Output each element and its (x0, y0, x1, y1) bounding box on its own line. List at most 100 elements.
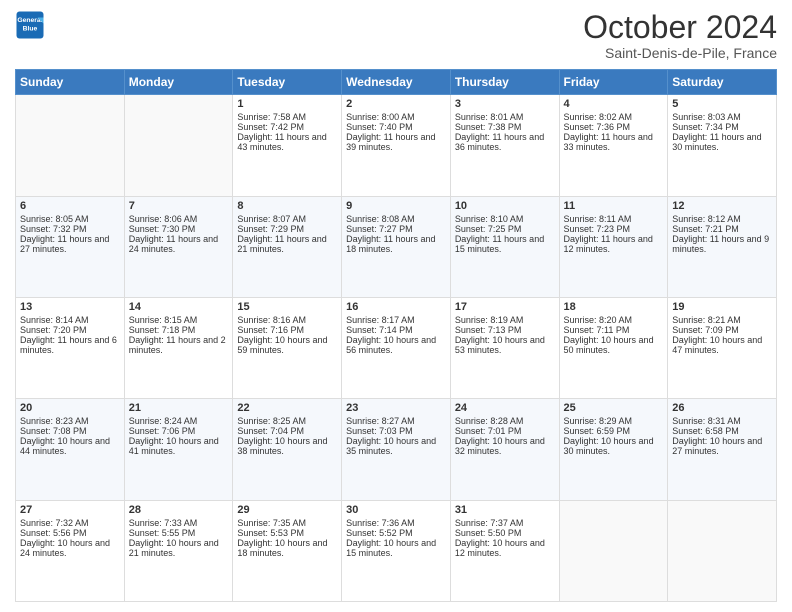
day-info: Sunset: 7:11 PM (564, 325, 664, 335)
day-info: Sunrise: 8:08 AM (346, 214, 446, 224)
day-info: Sunset: 5:50 PM (455, 528, 555, 538)
day-info: Daylight: 11 hours and 27 minutes. (20, 234, 120, 254)
day-info: Daylight: 11 hours and 6 minutes. (20, 335, 120, 355)
day-info: Daylight: 11 hours and 24 minutes. (129, 234, 229, 254)
day-info: Sunset: 7:25 PM (455, 224, 555, 234)
day-info: Sunrise: 8:20 AM (564, 315, 664, 325)
day-info: Sunset: 7:42 PM (237, 122, 337, 132)
day-info: Daylight: 11 hours and 30 minutes. (672, 132, 772, 152)
day-info: Daylight: 10 hours and 12 minutes. (455, 538, 555, 558)
day-info: Sunrise: 8:02 AM (564, 112, 664, 122)
day-number: 9 (346, 200, 446, 212)
day-info: Sunset: 7:23 PM (564, 224, 664, 234)
day-info: Sunset: 7:04 PM (237, 426, 337, 436)
calendar-cell: 9Sunrise: 8:08 AMSunset: 7:27 PMDaylight… (342, 196, 451, 297)
calendar-cell: 27Sunrise: 7:32 AMSunset: 5:56 PMDayligh… (16, 500, 125, 601)
title-block: October 2024 Saint-Denis-de-Pile, France (583, 10, 777, 61)
day-info: Sunset: 7:01 PM (455, 426, 555, 436)
calendar-cell (668, 500, 777, 601)
calendar-cell: 16Sunrise: 8:17 AMSunset: 7:14 PMDayligh… (342, 297, 451, 398)
day-info: Sunrise: 8:06 AM (129, 214, 229, 224)
day-info: Sunrise: 8:19 AM (455, 315, 555, 325)
calendar-cell: 22Sunrise: 8:25 AMSunset: 7:04 PMDayligh… (233, 399, 342, 500)
calendar-header-monday: Monday (124, 70, 233, 95)
calendar-header-tuesday: Tuesday (233, 70, 342, 95)
day-info: Sunset: 7:20 PM (20, 325, 120, 335)
logo-icon: General Blue (15, 10, 45, 40)
calendar-cell: 6 Sunrise: 8:05 AMSunset: 7:32 PMDaylight… (16, 196, 125, 297)
day-info: Sunrise: 8:00 AM (346, 112, 446, 122)
day-info: Daylight: 10 hours and 53 minutes. (455, 335, 555, 355)
day-number: 19 (672, 301, 772, 313)
day-info: Sunset: 7:29 PM (237, 224, 337, 234)
day-info: Sunset: 7:09 PM (672, 325, 772, 335)
calendar-cell: 13Sunrise: 8:14 AMSunset: 7:20 PMDayligh… (16, 297, 125, 398)
day-info: Daylight: 11 hours and 33 minutes. (564, 132, 664, 152)
day-info: Daylight: 11 hours and 9 minutes. (672, 234, 772, 254)
day-info: Daylight: 10 hours and 27 minutes. (672, 436, 772, 456)
day-number: 25 (564, 402, 664, 414)
calendar-cell: 14Sunrise: 8:15 AMSunset: 7:18 PMDayligh… (124, 297, 233, 398)
day-info: Sunrise: 7:58 AM (237, 112, 337, 122)
calendar-cell: 7Sunrise: 8:06 AMSunset: 7:30 PMDaylight… (124, 196, 233, 297)
day-number: 26 (672, 402, 772, 414)
day-number: 15 (237, 301, 337, 313)
day-number: 18 (564, 301, 664, 313)
calendar-cell (124, 95, 233, 196)
logo: General Blue (15, 10, 45, 40)
day-number: 31 (455, 504, 555, 516)
calendar-cell: 5Sunrise: 8:03 AMSunset: 7:34 PMDaylight… (668, 95, 777, 196)
day-info: Sunset: 7:27 PM (346, 224, 446, 234)
calendar-cell: 20Sunrise: 8:23 AMSunset: 7:08 PMDayligh… (16, 399, 125, 500)
day-number: 20 (20, 402, 120, 414)
calendar-week-row: 20Sunrise: 8:23 AMSunset: 7:08 PMDayligh… (16, 399, 777, 500)
calendar-header-sunday: Sunday (16, 70, 125, 95)
day-info: Sunrise: 8:29 AM (564, 416, 664, 426)
calendar-week-row: 6Sunrise: 8:05 AMSunset: 7:32 PMDaylight… (16, 196, 777, 297)
day-info: Sunset: 7:14 PM (346, 325, 446, 335)
calendar-cell: 12Sunrise: 8:12 AMSunset: 7:21 PMDayligh… (668, 196, 777, 297)
location: Saint-Denis-de-Pile, France (583, 45, 777, 61)
day-info: Sunset: 7:32 PM (20, 224, 120, 234)
day-info: Sunrise: 8:05 AM (20, 214, 120, 224)
calendar-cell: 11Sunrise: 8:11 AMSunset: 7:23 PMDayligh… (559, 196, 668, 297)
day-number: 28 (129, 504, 229, 516)
day-number: 1 (237, 98, 337, 110)
day-number: 24 (455, 402, 555, 414)
calendar-header-friday: Friday (559, 70, 668, 95)
day-info: Daylight: 10 hours and 15 minutes. (346, 538, 446, 558)
day-info: Sunset: 7:34 PM (672, 122, 772, 132)
day-number: 2 (346, 98, 446, 110)
day-info: Sunset: 5:52 PM (346, 528, 446, 538)
day-info: Sunrise: 8:23 AM (20, 416, 120, 426)
calendar-cell: 23Sunrise: 8:27 AMSunset: 7:03 PMDayligh… (342, 399, 451, 500)
calendar-cell: 4 Sunrise: 8:02 AMSunset: 7:36 PMDaylight… (559, 95, 668, 196)
day-info: Sunrise: 8:28 AM (455, 416, 555, 426)
day-info: Daylight: 10 hours and 56 minutes. (346, 335, 446, 355)
day-info: Sunset: 7:36 PM (564, 122, 664, 132)
day-number: 5 (672, 98, 772, 110)
day-info: Sunset: 7:30 PM (129, 224, 229, 234)
calendar-cell: 3Sunrise: 8:01 AMSunset: 7:38 PMDaylight… (450, 95, 559, 196)
day-info: Daylight: 10 hours and 32 minutes. (455, 436, 555, 456)
day-number: 23 (346, 402, 446, 414)
day-info: Sunrise: 8:14 AM (20, 315, 120, 325)
day-number: 4 (564, 98, 664, 110)
day-number: 6 (20, 200, 120, 212)
day-info: Sunrise: 7:36 AM (346, 518, 446, 528)
day-info: Sunset: 7:03 PM (346, 426, 446, 436)
calendar-cell: 17Sunrise: 8:19 AMSunset: 7:13 PMDayligh… (450, 297, 559, 398)
day-info: Sunrise: 8:10 AM (455, 214, 555, 224)
day-info: Daylight: 10 hours and 50 minutes. (564, 335, 664, 355)
day-info: Sunset: 5:55 PM (129, 528, 229, 538)
day-info: Daylight: 11 hours and 15 minutes. (455, 234, 555, 254)
day-info: Sunrise: 8:16 AM (237, 315, 337, 325)
calendar-cell: 8Sunrise: 8:07 AMSunset: 7:29 PMDaylight… (233, 196, 342, 297)
day-info: Sunrise: 8:15 AM (129, 315, 229, 325)
day-info: Daylight: 10 hours and 38 minutes. (237, 436, 337, 456)
day-number: 14 (129, 301, 229, 313)
day-number: 29 (237, 504, 337, 516)
day-info: Daylight: 10 hours and 47 minutes. (672, 335, 772, 355)
day-info: Sunrise: 8:27 AM (346, 416, 446, 426)
day-info: Sunrise: 7:33 AM (129, 518, 229, 528)
